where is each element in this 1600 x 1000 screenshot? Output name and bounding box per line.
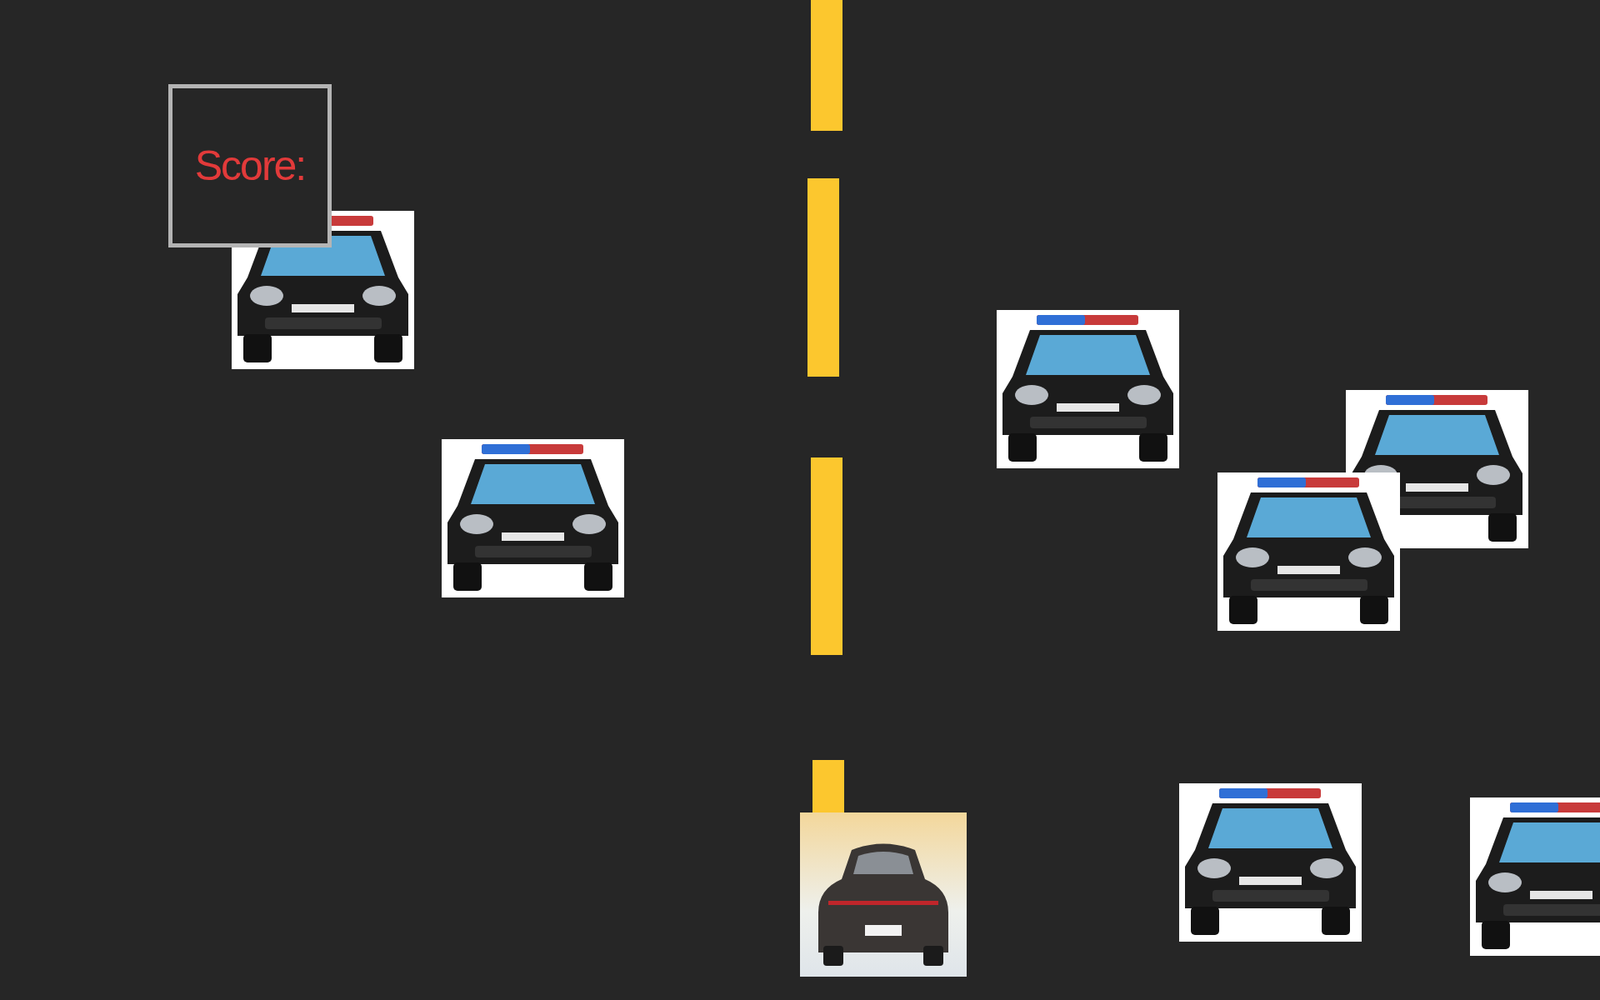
headlight xyxy=(1127,385,1161,405)
wheel xyxy=(1229,595,1258,625)
police-car-icon xyxy=(1470,797,1600,956)
headlight xyxy=(1476,465,1510,485)
light-bar-blue xyxy=(1385,395,1435,405)
lane-dash xyxy=(810,457,843,655)
road: Score: xyxy=(0,0,1600,1000)
grille xyxy=(475,545,592,558)
light-bar xyxy=(1510,802,1600,813)
headlight xyxy=(1015,385,1049,405)
windshield xyxy=(1375,415,1500,455)
lane-dash xyxy=(807,178,840,377)
light-bar-blue xyxy=(481,444,530,455)
wheel xyxy=(453,562,482,591)
headlight xyxy=(460,514,494,535)
car-body xyxy=(1223,492,1395,598)
police-car-icon xyxy=(1179,783,1362,942)
wheel xyxy=(923,945,944,966)
light-bar-blue xyxy=(1219,788,1268,799)
plate xyxy=(1239,876,1302,885)
wheel xyxy=(1360,595,1389,625)
car-backdrop xyxy=(1179,783,1362,942)
grille xyxy=(1250,579,1368,591)
wheel xyxy=(243,334,272,363)
headlight xyxy=(1488,872,1522,893)
windshield xyxy=(1025,335,1150,375)
grille xyxy=(1212,890,1330,902)
windshield xyxy=(1499,822,1600,863)
wheel xyxy=(1321,906,1350,935)
car-backdrop xyxy=(1470,797,1600,956)
headlight xyxy=(1197,858,1231,879)
car-body xyxy=(818,844,949,954)
headlight xyxy=(1310,858,1344,879)
wheel xyxy=(1008,433,1037,462)
car-body xyxy=(1475,817,1600,923)
rear-window xyxy=(853,851,914,875)
plate xyxy=(291,304,355,313)
wheel xyxy=(584,562,613,591)
light-bar xyxy=(1257,477,1360,488)
player-car-icon[interactable] xyxy=(800,812,967,977)
grille xyxy=(265,317,382,330)
grille xyxy=(1030,416,1147,429)
light-bar-blue xyxy=(1510,802,1559,813)
car-body xyxy=(1185,803,1356,909)
wheel xyxy=(1139,433,1168,462)
wheel xyxy=(1481,920,1510,950)
plate xyxy=(1056,403,1120,412)
plate xyxy=(1530,890,1593,900)
headlight xyxy=(1348,547,1382,568)
headlight xyxy=(572,514,606,535)
car-backdrop xyxy=(441,439,625,598)
light-bar xyxy=(1385,395,1488,405)
wheel xyxy=(823,945,844,966)
wheel xyxy=(1488,513,1517,542)
grille xyxy=(1503,904,1600,916)
windshield xyxy=(1208,808,1333,849)
car-body xyxy=(447,459,619,565)
light-bar-blue xyxy=(1257,477,1306,488)
taillight xyxy=(828,900,939,905)
windshield xyxy=(470,464,595,505)
light-bar xyxy=(481,444,584,455)
plate xyxy=(865,925,902,936)
light-bar xyxy=(1036,315,1139,325)
plate xyxy=(501,532,565,541)
score-box: Score: xyxy=(168,84,332,248)
light-bar xyxy=(1219,788,1321,799)
car-body xyxy=(1002,330,1174,435)
light-bar-blue xyxy=(1036,315,1085,325)
car-backdrop xyxy=(996,310,1180,469)
wheel xyxy=(374,334,403,363)
police-car-icon xyxy=(441,439,625,598)
score-label: Score: xyxy=(195,141,306,190)
police-car-icon xyxy=(996,310,1180,469)
lane-dash xyxy=(810,0,843,131)
police-car-icon xyxy=(1217,472,1400,631)
car-backdrop xyxy=(800,812,967,977)
headlight xyxy=(1235,547,1270,568)
car-backdrop xyxy=(1217,472,1400,631)
windshield xyxy=(1246,497,1371,538)
wheel xyxy=(1190,906,1220,935)
plate xyxy=(1405,483,1469,492)
plate xyxy=(1277,565,1340,575)
headlight xyxy=(362,285,396,306)
headlight xyxy=(250,285,284,306)
